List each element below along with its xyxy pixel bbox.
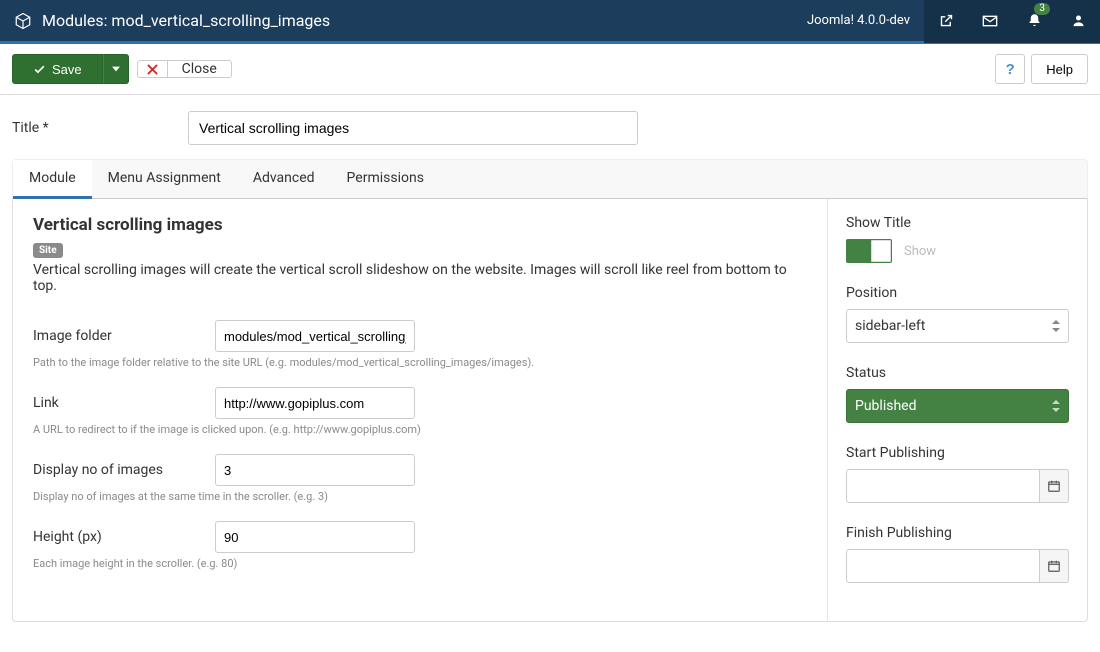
tab-menu-assignment[interactable]: Menu Assignment [92, 160, 237, 198]
chevron-updown-icon [1052, 400, 1060, 412]
show-title-value: Show [904, 244, 936, 259]
save-button-label: Save [52, 62, 82, 77]
display-no-label: Display no of images [33, 462, 215, 478]
title-input[interactable] [188, 111, 638, 145]
link-row: Link [33, 387, 807, 419]
close-button-group: Close [137, 60, 232, 78]
top-bar: Modules: mod_vertical_scrolling_images J… [0, 0, 1100, 44]
start-publishing-input[interactable] [846, 469, 1040, 503]
version-label[interactable]: Joomla! 4.0.0-dev [793, 0, 924, 43]
module-heading: Vertical scrolling images [33, 215, 807, 235]
calendar-icon[interactable] [1040, 549, 1069, 583]
tab-module[interactable]: Module [13, 160, 92, 199]
toolbar: Save Close ? Help [0, 44, 1100, 95]
display-no-row: Display no of images [33, 454, 807, 486]
mail-icon[interactable] [968, 0, 1012, 43]
title-label: Title * [12, 120, 188, 136]
position-label: Position [846, 285, 1069, 301]
page-title: Modules: mod_vertical_scrolling_images [42, 11, 793, 30]
finish-publishing-label: Finish Publishing [846, 525, 1069, 541]
chevron-updown-icon [1052, 320, 1060, 332]
panel-body: Vertical scrolling images Site Vertical … [12, 199, 1088, 622]
position-select[interactable]: sidebar-left [846, 309, 1069, 343]
module-description: Vertical scrolling images will create th… [33, 262, 807, 294]
save-dropdown-button[interactable] [103, 54, 129, 84]
finish-publishing-input[interactable] [846, 549, 1040, 583]
link-input[interactable] [215, 387, 415, 419]
start-publishing-row [846, 469, 1069, 503]
height-label: Height (px) [33, 529, 215, 545]
display-no-input[interactable] [215, 454, 415, 486]
image-folder-label: Image folder [33, 328, 215, 344]
image-folder-row: Image folder [33, 320, 807, 352]
link-help: A URL to redirect to if the image is cli… [33, 423, 807, 436]
show-title-label: Show Title [846, 215, 1069, 231]
show-title-toggle-wrap: Show [846, 239, 1069, 263]
height-input[interactable] [215, 521, 415, 553]
title-row: Title * [12, 111, 1088, 145]
image-folder-input[interactable] [215, 320, 415, 352]
main-column: Vertical scrolling images Site Vertical … [13, 199, 827, 621]
status-select[interactable]: Published [846, 389, 1069, 423]
external-link-icon[interactable] [924, 0, 968, 43]
content-area: Title * Module Menu Assignment Advanced … [0, 95, 1100, 652]
site-badge: Site [33, 243, 63, 258]
status-value: Published [855, 398, 916, 414]
close-button[interactable]: Close [167, 60, 232, 78]
height-help: Each image height in the scroller. (e.g.… [33, 557, 807, 570]
status-label: Status [846, 365, 1069, 381]
show-title-toggle[interactable] [846, 239, 892, 263]
tab-permissions[interactable]: Permissions [331, 160, 440, 198]
close-x-button[interactable] [137, 60, 167, 78]
side-column: Show Title Show Position sidebar-left St… [827, 199, 1087, 621]
user-icon[interactable] [1056, 0, 1100, 43]
tabs: Module Menu Assignment Advanced Permissi… [12, 159, 1088, 199]
image-folder-help: Path to the image folder relative to the… [33, 356, 807, 369]
cube-icon [14, 12, 32, 30]
bell-icon[interactable]: 3 [1012, 0, 1056, 43]
tab-advanced[interactable]: Advanced [237, 160, 331, 198]
help-button[interactable]: Help [1031, 54, 1088, 84]
start-publishing-label: Start Publishing [846, 445, 1069, 461]
display-no-help: Display no of images at the same time in… [33, 490, 807, 503]
link-label: Link [33, 395, 215, 411]
calendar-icon[interactable] [1040, 469, 1069, 503]
notification-badge: 3 [1034, 3, 1050, 15]
height-row: Height (px) [33, 521, 807, 553]
position-value: sidebar-left [855, 318, 925, 334]
help-question-button[interactable]: ? [995, 54, 1025, 84]
save-button[interactable]: Save [12, 54, 103, 84]
finish-publishing-row [846, 549, 1069, 583]
